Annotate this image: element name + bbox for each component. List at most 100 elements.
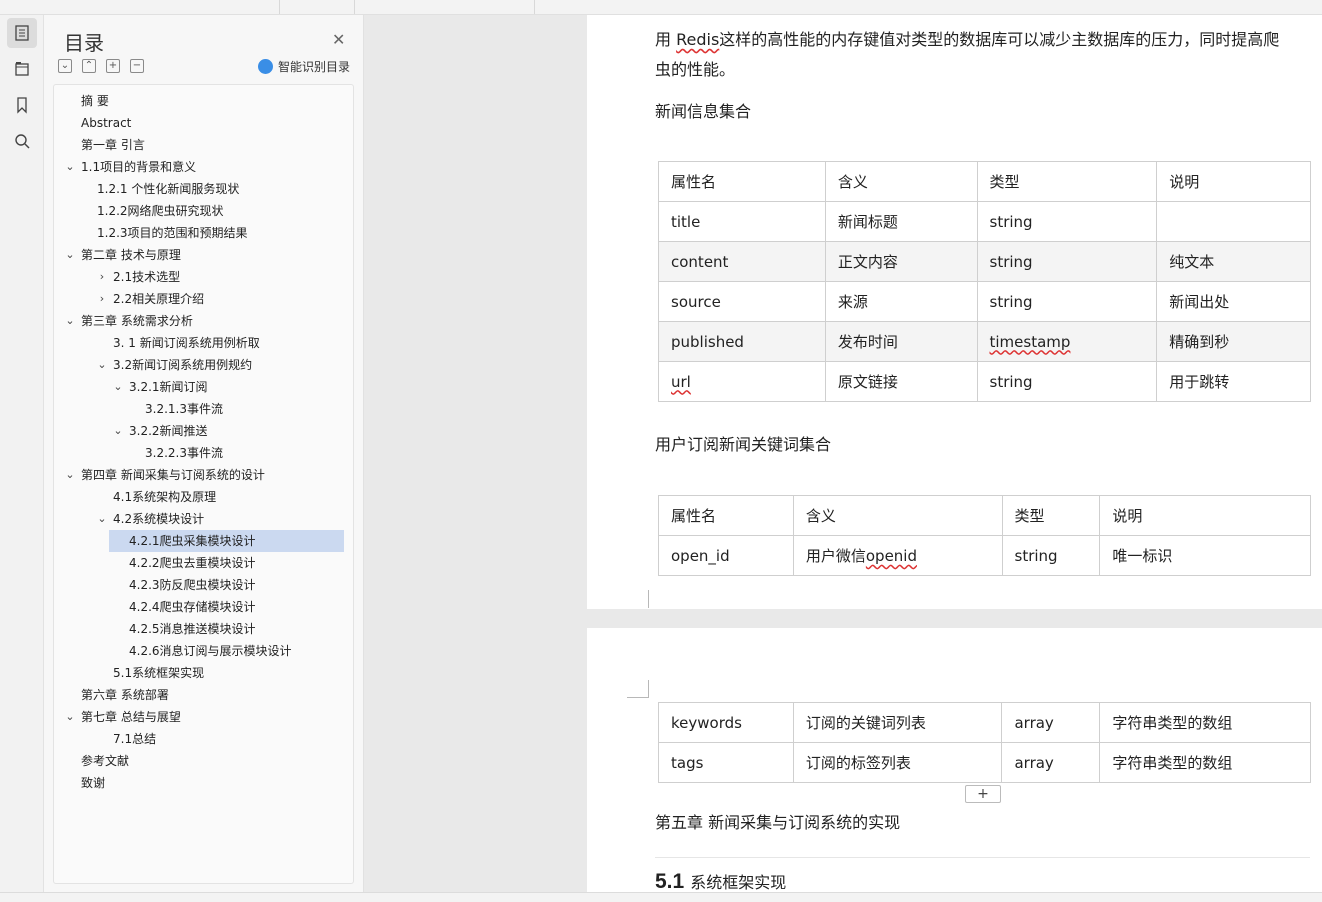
chevron-down-icon[interactable]: ⌄: [112, 376, 124, 398]
table-header-cell[interactable]: 属性名: [658, 495, 794, 536]
table-cell[interactable]: 来源: [824, 281, 978, 322]
toc-item[interactable]: 4.1系统架构及原理: [113, 486, 216, 508]
toc-item[interactable]: 5.1系统框架实现: [113, 662, 204, 684]
table-cell[interactable]: string: [976, 241, 1158, 282]
table-cell[interactable]: 新闻出处: [1156, 281, 1311, 322]
toc-item[interactable]: 3. 1 新闻订阅系统用例析取: [113, 332, 260, 354]
table-cell[interactable]: 精确到秒: [1156, 321, 1311, 362]
toc-item[interactable]: 3.2.1.3事件流: [145, 398, 223, 420]
table-cell[interactable]: array: [1001, 702, 1101, 743]
table-header-cell[interactable]: 类型: [976, 161, 1158, 202]
table-cell[interactable]: string: [1001, 535, 1101, 576]
table-header-cell[interactable]: 含义: [792, 495, 1003, 536]
toc-item[interactable]: 4.2.4爬虫存储模块设计: [129, 596, 256, 618]
add-item-icon[interactable]: +: [106, 59, 120, 73]
table-cell[interactable]: tags: [658, 742, 794, 783]
toc-item[interactable]: 4.2.3防反爬虫模块设计: [129, 574, 256, 596]
table-cell[interactable]: 用于跳转: [1156, 361, 1311, 402]
toc-item[interactable]: 第一章 引言: [81, 134, 145, 156]
table-cell[interactable]: keywords: [658, 702, 794, 743]
ai-cloud-icon: [258, 59, 273, 74]
table-cell[interactable]: timestamp: [976, 321, 1158, 362]
table-cell[interactable]: array: [1001, 742, 1101, 783]
chevron-down-icon[interactable]: ⌄: [64, 706, 76, 728]
table-cell[interactable]: 正文内容: [824, 241, 978, 282]
toc-title: 目录: [64, 31, 104, 55]
table-cell[interactable]: string: [976, 281, 1158, 322]
table-header-cell[interactable]: 说明: [1156, 161, 1311, 202]
table-cell[interactable]: [1156, 201, 1311, 242]
table-cell[interactable]: string: [976, 361, 1158, 402]
toc-item[interactable]: 4.2.5消息推送模块设计: [129, 618, 256, 640]
user-set-title: 用户订阅新闻关键词集合: [655, 435, 832, 454]
ai-recognize-toc-button[interactable]: 智能识别目录: [258, 58, 350, 75]
toc-item[interactable]: 第六章 系统部署: [81, 684, 169, 706]
chevron-right-icon[interactable]: ›: [96, 266, 108, 288]
toc-item[interactable]: 4.2系统模块设计: [113, 508, 204, 530]
toc-item[interactable]: 2.1技术选型: [113, 266, 180, 288]
toc-item[interactable]: 摘 要: [81, 90, 109, 112]
remove-item-icon[interactable]: −: [130, 59, 144, 73]
table-cell[interactable]: 发布时间: [824, 321, 978, 362]
chevron-right-icon[interactable]: ›: [96, 288, 108, 310]
toc-item[interactable]: Abstract: [81, 112, 131, 134]
table-header-cell[interactable]: 含义: [824, 161, 978, 202]
expand-up-icon[interactable]: ⌃: [82, 59, 96, 73]
table-cell[interactable]: content: [658, 241, 826, 282]
chevron-down-icon[interactable]: ⌄: [64, 310, 76, 332]
table-cell[interactable]: 订阅的关键词列表: [792, 702, 1003, 743]
table-row: source 来源 string 新闻出处: [658, 281, 1311, 322]
chevron-down-icon[interactable]: ⌄: [96, 508, 108, 530]
toc-item[interactable]: 7.1总结: [113, 728, 156, 750]
table-header-cell[interactable]: 类型: [1001, 495, 1101, 536]
toc-item[interactable]: 1.2.1 个性化新闻服务现状: [97, 178, 239, 200]
chevron-down-icon[interactable]: ⌄: [64, 156, 76, 178]
table-cell[interactable]: title: [658, 201, 826, 242]
table-cell[interactable]: 唯一标识: [1099, 535, 1311, 576]
toc-item[interactable]: 致谢: [81, 772, 105, 794]
toc-item[interactable]: 参考文献: [81, 750, 129, 772]
toc-item[interactable]: 3.2新闻订阅系统用例规约: [113, 354, 252, 376]
table-header-cell[interactable]: 说明: [1099, 495, 1311, 536]
toc-item[interactable]: 第七章 总结与展望: [81, 706, 181, 728]
toc-item[interactable]: 3.2.2新闻推送: [129, 420, 208, 442]
chevron-down-icon[interactable]: ⌄: [64, 244, 76, 266]
text-fragment: 这样的高性能的内存键值对类型的数据库可以减少主数据库的压力，同时提高爬: [719, 30, 1280, 49]
toc-panel-icon[interactable]: [7, 18, 37, 48]
chevron-down-icon[interactable]: ⌄: [64, 464, 76, 486]
table-cell[interactable]: source: [658, 281, 826, 322]
table-cell[interactable]: url: [658, 361, 826, 402]
table-cell[interactable]: published: [658, 321, 826, 362]
table-cell[interactable]: 纯文本: [1156, 241, 1311, 282]
toc-item[interactable]: 第三章 系统需求分析: [81, 310, 193, 332]
table-cell[interactable]: 字符串类型的数组: [1099, 742, 1311, 783]
toc-item[interactable]: 1.2.3项目的范围和预期结果: [97, 222, 248, 244]
toc-item[interactable]: 4.2.2爬虫去重模块设计: [129, 552, 256, 574]
top-strip-segment: [0, 0, 280, 14]
table-cell[interactable]: 字符串类型的数组: [1099, 702, 1311, 743]
add-row-button[interactable]: +: [965, 785, 1001, 803]
collapse-all-icon[interactable]: ⌄: [58, 59, 72, 73]
table-cell[interactable]: 新闻标题: [824, 201, 978, 242]
table-cell[interactable]: 用户微信openid: [792, 535, 1003, 576]
toc-item[interactable]: 4.2.1爬虫采集模块设计: [109, 530, 344, 552]
bookmark-icon[interactable]: [7, 90, 37, 120]
toc-item[interactable]: 3.2.1新闻订阅: [129, 376, 208, 398]
table-cell[interactable]: string: [976, 201, 1158, 242]
toc-item[interactable]: 第四章 新闻采集与订阅系统的设计: [81, 464, 265, 486]
table-cell[interactable]: open_id: [658, 535, 794, 576]
table-cell[interactable]: 订阅的标签列表: [792, 742, 1003, 783]
toc-item[interactable]: 4.2.6消息订阅与展示模块设计: [129, 640, 292, 662]
toc-item[interactable]: 3.2.2.3事件流: [145, 442, 223, 464]
toc-item[interactable]: 1.2.2网络爬虫研究现状: [97, 200, 224, 222]
table-header-cell[interactable]: 属性名: [658, 161, 826, 202]
outline-icon[interactable]: [7, 54, 37, 84]
toc-item[interactable]: 1.1项目的背景和意义: [81, 156, 196, 178]
toc-item[interactable]: 2.2相关原理介绍: [113, 288, 204, 310]
search-icon[interactable]: [7, 126, 37, 156]
chevron-down-icon[interactable]: ⌄: [96, 354, 108, 376]
close-icon[interactable]: ✕: [332, 30, 345, 49]
table-cell[interactable]: 原文链接: [824, 361, 978, 402]
toc-item[interactable]: 第二章 技术与原理: [81, 244, 181, 266]
chevron-down-icon[interactable]: ⌄: [112, 420, 124, 442]
